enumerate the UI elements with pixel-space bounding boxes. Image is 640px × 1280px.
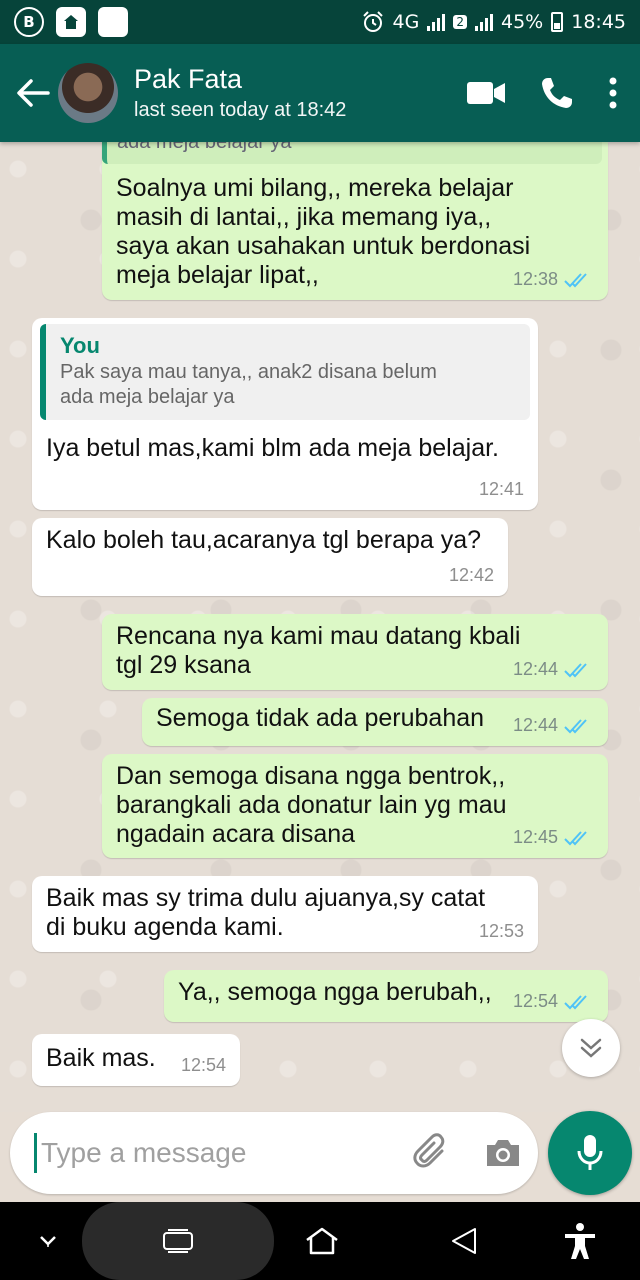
message-incoming[interactable]: Kalo boleh tau,acaranya tgl berapa ya? 1…	[32, 518, 508, 596]
message-incoming[interactable]: Baik mas sy trima dulu ajuanya,sy catat …	[32, 876, 538, 952]
contact-info[interactable]: Pak Fata last seen today at 18:42	[134, 62, 466, 124]
network-type: 4G	[392, 11, 420, 33]
last-seen-status: last seen today at 18:42	[134, 99, 347, 121]
quoted-message-fragment: ada meja belajar ya	[102, 142, 602, 164]
battery-icon	[551, 12, 564, 32]
contact-name: Pak Fata	[134, 64, 243, 94]
message-outgoing[interactable]: Dan semoga disana ngga bentrok,, barangk…	[102, 754, 608, 858]
message-incoming[interactable]: You Pak saya mau tanya,, anak2 disana be…	[32, 318, 538, 510]
double-chevron-down-icon	[580, 1038, 602, 1058]
read-ticks-icon	[564, 662, 587, 677]
message-time: 12:44	[512, 715, 558, 735]
chat-header: Pak Fata last seen today at 18:42	[0, 44, 640, 142]
quote-author: You	[60, 333, 100, 358]
message-time: 12:54	[512, 991, 558, 1011]
back-nav-button[interactable]	[436, 1202, 492, 1280]
nav-dropdown-button[interactable]	[28, 1202, 68, 1280]
battery-percent: 45%	[501, 11, 544, 33]
message-incoming[interactable]: Baik mas. 12:54	[32, 1034, 240, 1086]
accessibility-button[interactable]	[552, 1202, 608, 1280]
message-outgoing[interactable]: Soalnya umi bilang,, mereka belajar masi…	[102, 142, 608, 300]
message-time: 12:54	[180, 1055, 226, 1075]
attachment-icon[interactable]	[412, 1133, 452, 1173]
quote-text: Pak saya mau tanya,, anak2 disana belum …	[60, 361, 437, 408]
back-button[interactable]	[8, 78, 58, 108]
message-time: 12:42	[448, 565, 494, 585]
more-options-icon[interactable]	[608, 77, 618, 109]
video-call-icon[interactable]	[466, 80, 506, 106]
status-bar: B 4G 2 45% 18:45	[0, 0, 640, 44]
message-text: Baik mas sy trima dulu ajuanya,sy catat …	[46, 884, 486, 941]
alarm-icon	[362, 11, 383, 32]
avatar[interactable]	[58, 63, 118, 123]
home-button[interactable]	[294, 1202, 350, 1280]
sim-slot-badge: 2	[453, 15, 467, 29]
message-outgoing[interactable]: Semoga tidak ada perubahan 12:44	[142, 698, 608, 746]
message-outgoing[interactable]: Ya,, semoga ngga berubah,, 12:54	[164, 970, 608, 1022]
message-text: Kalo boleh tau,acaranya tgl berapa ya?	[46, 526, 482, 554]
signal-icon	[427, 13, 446, 31]
read-ticks-icon	[564, 994, 587, 1009]
triangle-back-icon	[452, 1228, 476, 1254]
message-outgoing[interactable]: Rencana nya kami mau datang kbali tgl 29…	[102, 614, 608, 690]
system-nav-bar	[0, 1202, 640, 1280]
message-time: 12:44	[512, 659, 558, 679]
message-time: 12:41	[478, 479, 524, 499]
quoted-reply[interactable]: You Pak saya mau tanya,, anak2 disana be…	[40, 324, 530, 420]
camera-icon[interactable]	[484, 1137, 522, 1169]
business-notification-icon: B	[14, 7, 44, 37]
read-ticks-icon	[564, 830, 587, 845]
home-icon	[306, 1227, 338, 1255]
composer	[10, 1112, 538, 1194]
read-ticks-icon	[564, 718, 587, 733]
signal-icon	[475, 13, 493, 31]
chevron-down-icon	[40, 1236, 56, 1247]
voice-record-button[interactable]	[548, 1111, 632, 1195]
scroll-to-bottom-button[interactable]	[562, 1019, 620, 1077]
message-input[interactable]	[34, 1133, 402, 1173]
recent-apps-button[interactable]	[150, 1202, 206, 1280]
app-notification-icon	[98, 7, 128, 37]
message-time: 12:53	[478, 921, 524, 941]
microphone-icon	[577, 1135, 603, 1170]
voice-call-icon[interactable]	[540, 76, 574, 110]
message-time: 12:45	[512, 827, 558, 847]
home-notification-icon	[56, 7, 86, 37]
message-time: 12:38	[512, 269, 558, 289]
accessibility-icon	[565, 1223, 595, 1259]
message-text: Iya betul mas,kami blm ada meja belajar.	[46, 434, 499, 462]
arrow-left-icon	[17, 79, 50, 107]
recent-apps-icon	[163, 1229, 193, 1253]
read-ticks-icon	[564, 272, 587, 287]
clock: 18:45	[571, 11, 626, 33]
